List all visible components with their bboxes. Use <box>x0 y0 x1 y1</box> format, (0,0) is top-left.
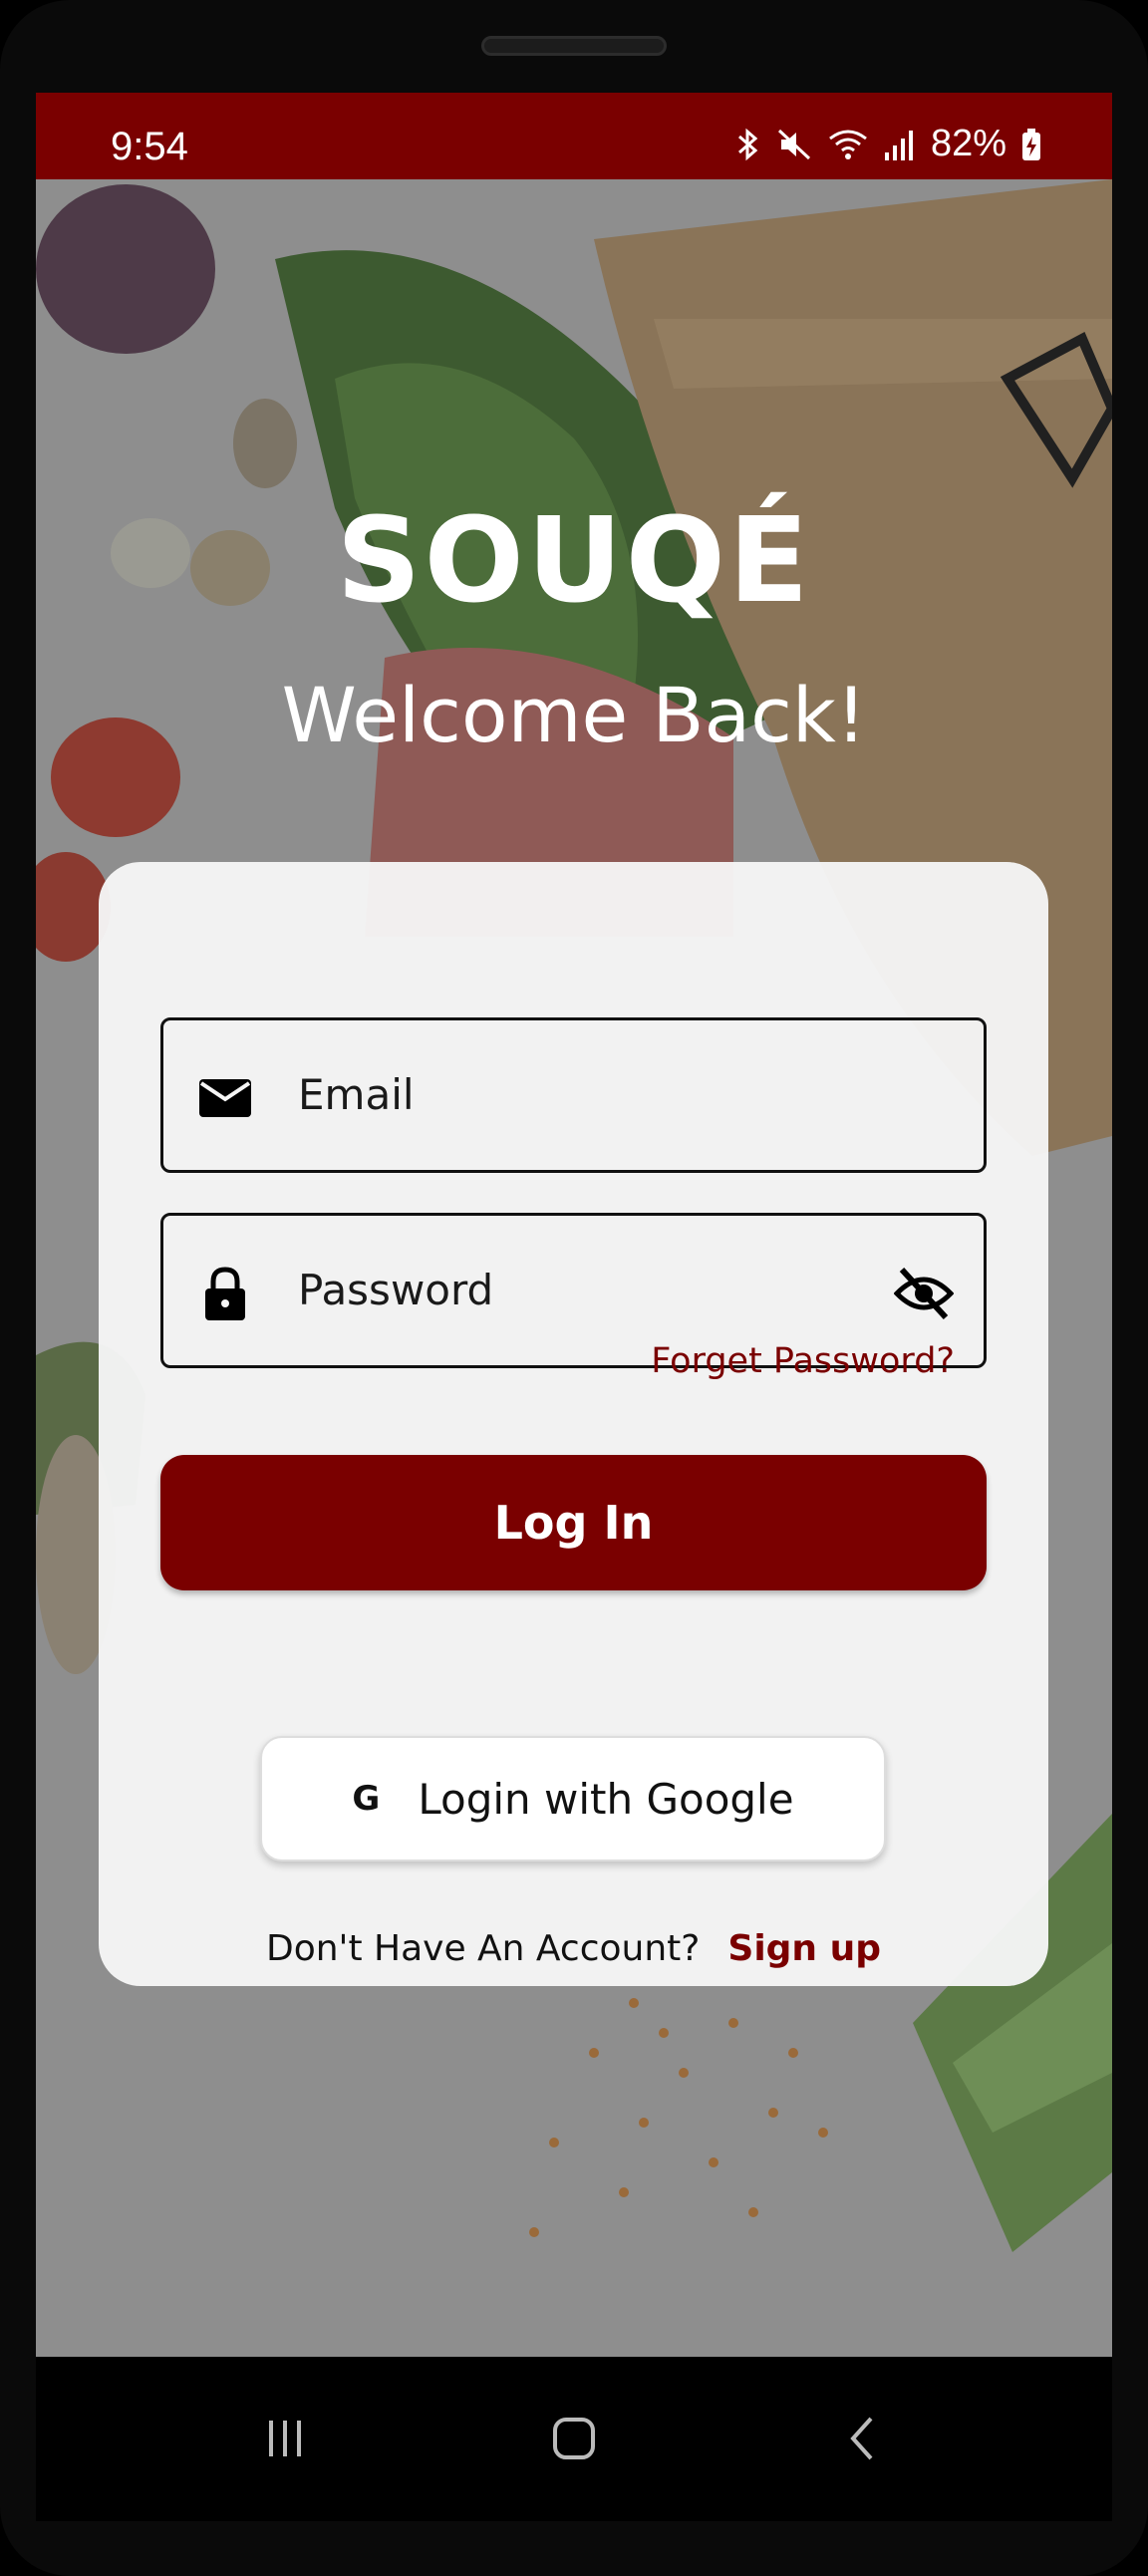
app-screen: 9:54 82% SOUQÉ Welcome Back! Email Passw… <box>36 93 1112 2357</box>
system-navigation-bar <box>36 2357 1112 2521</box>
mail-icon <box>197 1070 253 1126</box>
recent-apps-icon[interactable] <box>255 2409 315 2468</box>
status-bar: 9:54 82% <box>36 93 1112 179</box>
signup-row: Don't Have An Account? Sign up <box>99 1928 1048 1969</box>
mute-icon <box>777 127 813 162</box>
google-login-button[interactable]: G Login with Google <box>260 1736 886 1861</box>
app-logo-text: SOUQÉ <box>336 491 812 629</box>
status-icons: 82% <box>733 123 1042 165</box>
signal-icon <box>883 127 917 162</box>
forgot-password-link[interactable]: Forget Password? <box>651 1341 955 1381</box>
google-icon: G <box>352 1779 381 1819</box>
battery-text: 82% <box>930 123 1006 164</box>
signup-link[interactable]: Sign up <box>727 1928 881 1969</box>
welcome-heading: Welcome Back! <box>281 671 867 759</box>
visibility-off-icon[interactable] <box>893 1264 955 1323</box>
login-card: Email Password Forget Password? Log In G… <box>99 862 1048 1986</box>
email-field[interactable]: Email <box>160 1017 987 1173</box>
battery-charging-icon <box>1020 127 1042 162</box>
home-icon[interactable] <box>544 2409 604 2468</box>
back-icon[interactable] <box>833 2409 893 2468</box>
lock-icon <box>197 1266 253 1321</box>
speaker-grille <box>481 36 667 56</box>
no-account-text: Don't Have An Account? <box>265 1928 701 1969</box>
google-button-label: Login with Google <box>418 1774 794 1824</box>
status-time: 9:54 <box>111 125 188 168</box>
bluetooth-icon <box>733 127 763 162</box>
login-button[interactable]: Log In <box>160 1455 987 1590</box>
email-placeholder: Email <box>298 1070 415 1119</box>
phone-frame: 9:54 82% SOUQÉ Welcome Back! Email Passw… <box>0 0 1148 2576</box>
wifi-icon <box>827 127 869 162</box>
password-placeholder: Password <box>298 1266 494 1314</box>
